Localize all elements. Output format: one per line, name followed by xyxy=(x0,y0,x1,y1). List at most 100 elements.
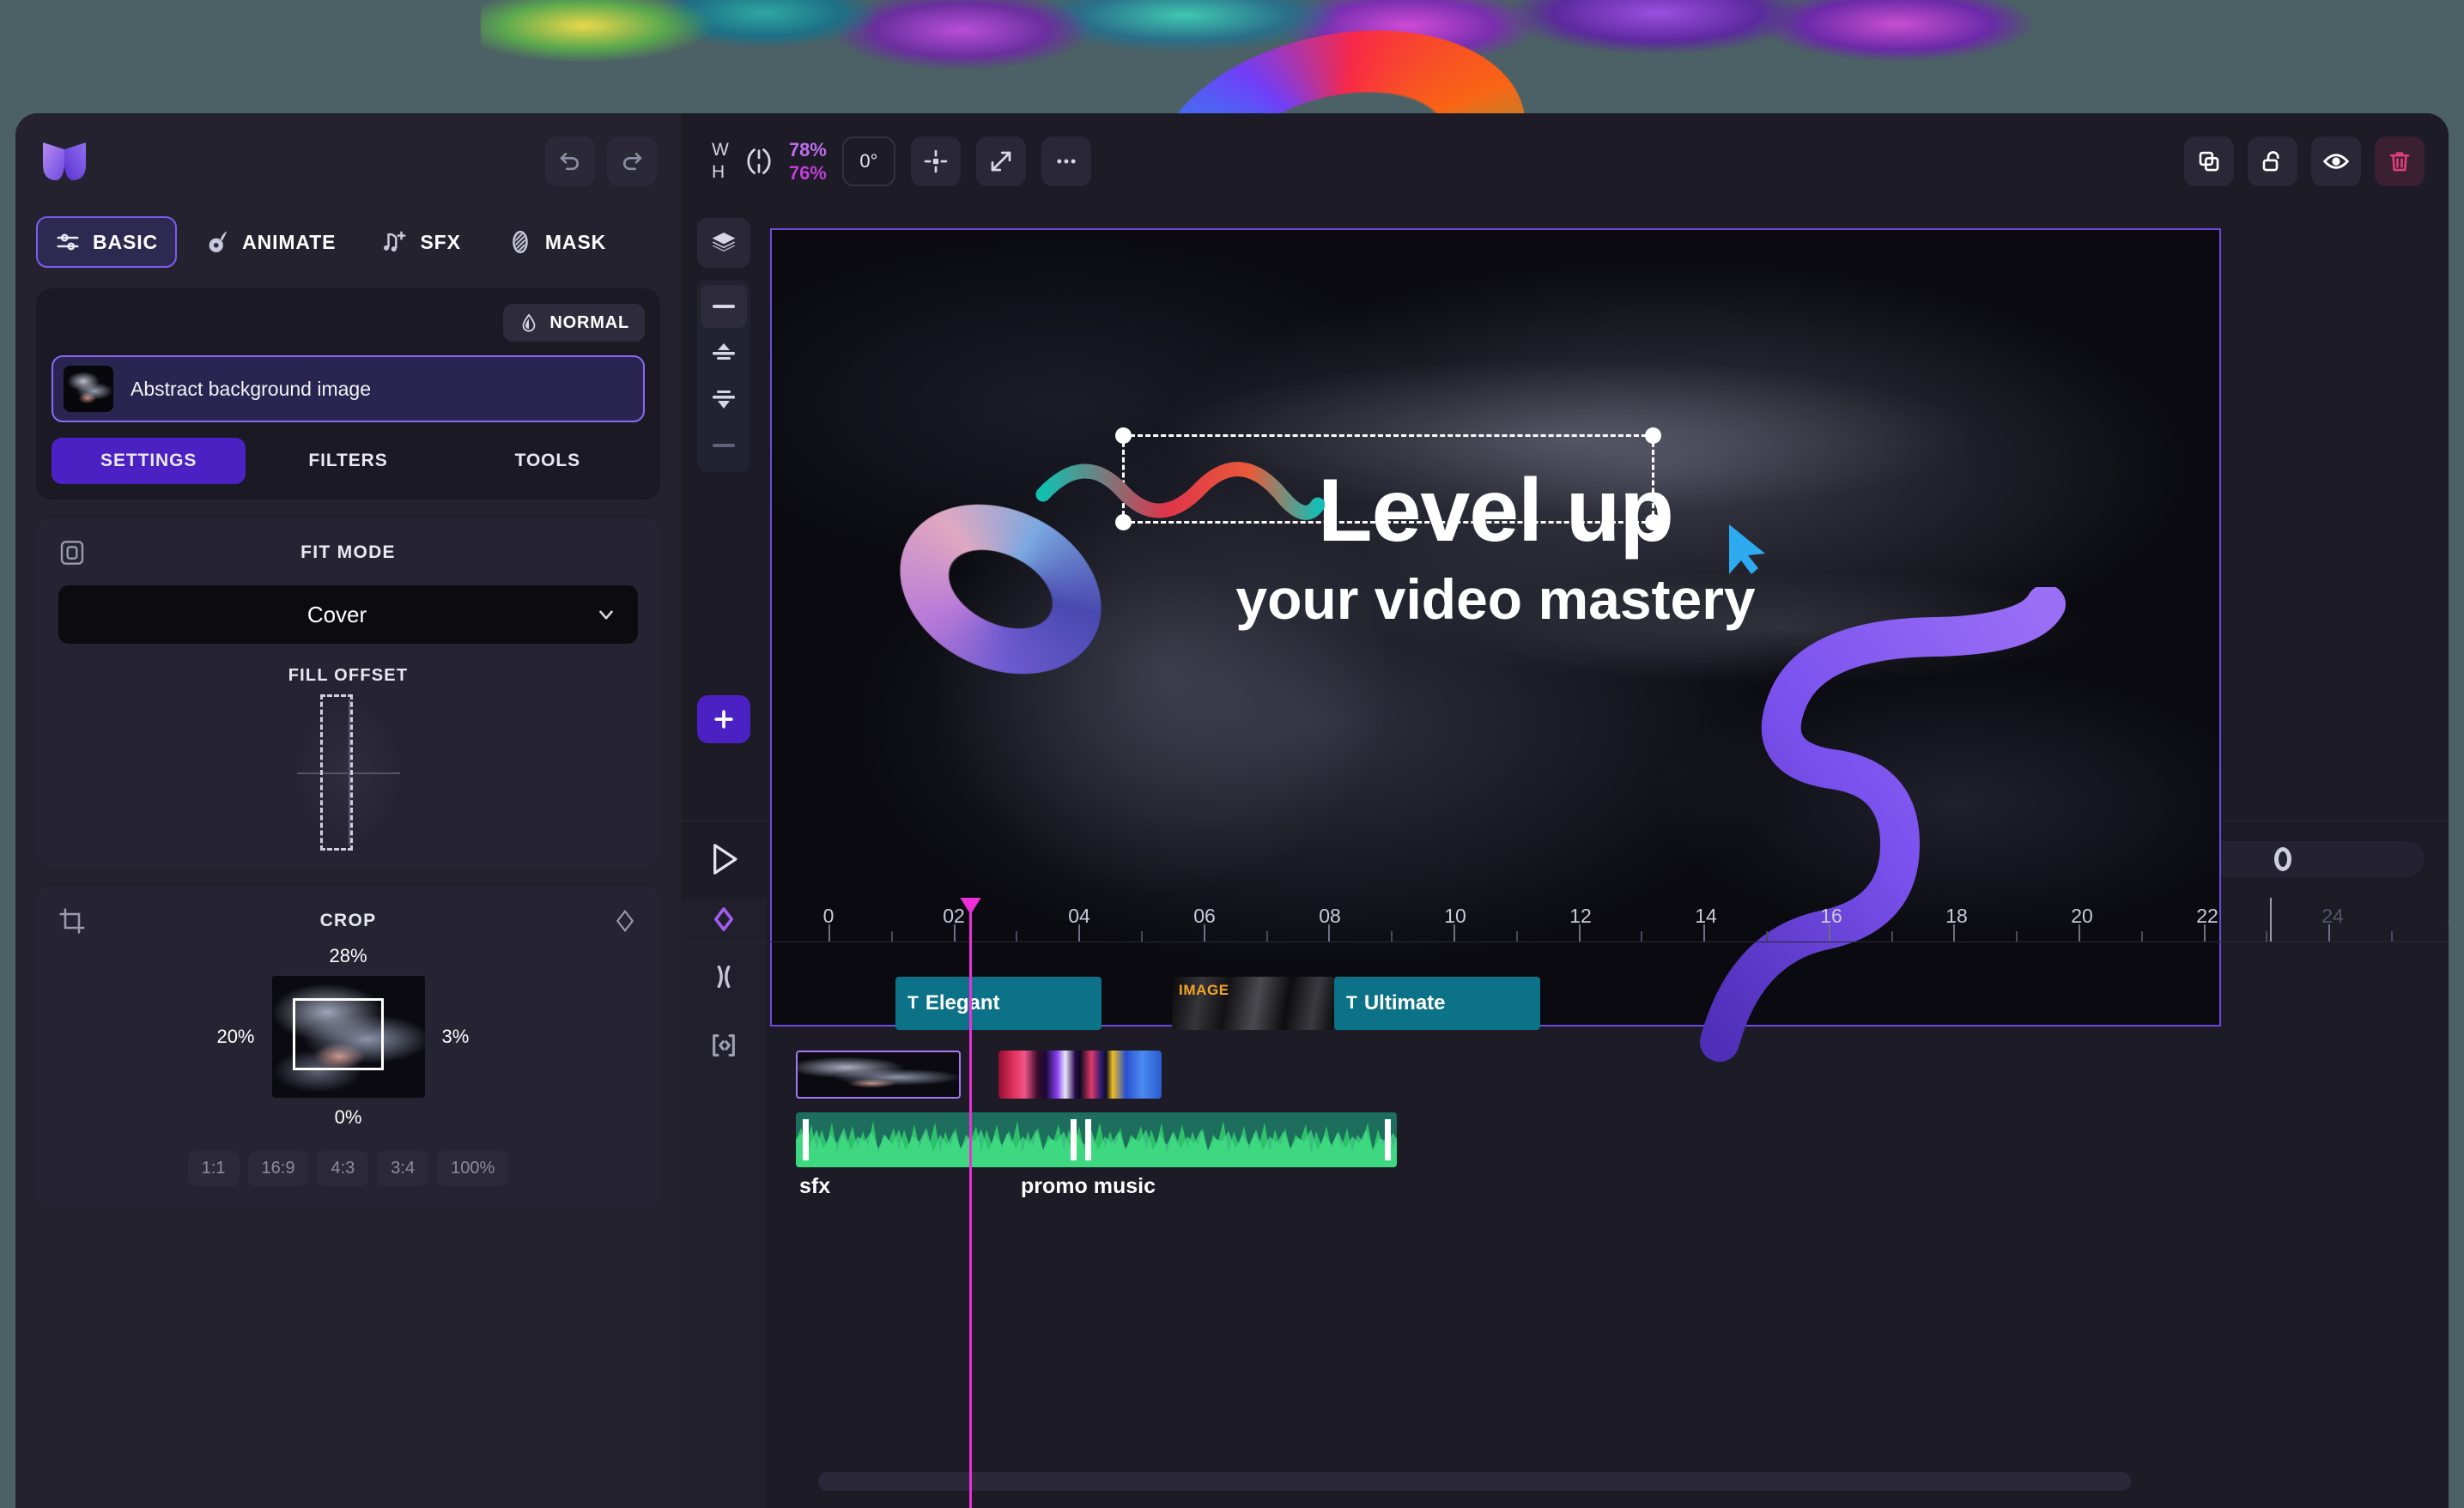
timeline-left-rail xyxy=(681,897,767,1508)
layer-thumbnail xyxy=(64,366,113,412)
selection-handle-bottom-left[interactable] xyxy=(1115,514,1132,530)
ruler-tick-mark xyxy=(1890,930,1893,942)
layers-button[interactable] xyxy=(697,218,750,268)
fit-mode-select[interactable]: Cover xyxy=(58,585,638,644)
more-horizontal-icon xyxy=(1057,159,1076,164)
blend-mode-row: NORMAL xyxy=(52,304,645,342)
timeline-ruler[interactable]: 0 02 04 06 08 10 12 14 16 18 20 22 24 26 xyxy=(767,897,2449,942)
ratio-4-3[interactable]: 4:3 xyxy=(317,1151,369,1186)
ruler-tick-mark xyxy=(1454,924,1455,942)
undo-button[interactable] xyxy=(545,136,595,186)
zoom-values[interactable]: 78% 76% xyxy=(789,138,827,185)
music-note-plus-icon xyxy=(384,231,406,252)
tab-sfx[interactable]: SFX xyxy=(363,216,479,268)
clip-video-selected[interactable] xyxy=(796,1050,961,1099)
diamond-icon[interactable] xyxy=(612,908,638,934)
tab-animate-label: ANIMATE xyxy=(242,230,337,253)
rotation-input[interactable]: 0° xyxy=(841,136,895,186)
history-controls xyxy=(545,136,657,186)
redo-button[interactable] xyxy=(607,136,657,186)
align-none-button[interactable] xyxy=(701,285,747,328)
crop-left-value: 20% xyxy=(216,1026,255,1047)
clip-image[interactable]: IMAGE xyxy=(1172,976,1334,1030)
keyframe-toggle[interactable] xyxy=(681,898,767,942)
app-window: BASIC ANIMATE SFX MASK NORMAL Abstract b… xyxy=(15,113,2449,1508)
anchor-point-icon xyxy=(924,149,948,173)
clip-text-elegant[interactable]: T Elegant xyxy=(895,976,1102,1030)
lock-toggle-button[interactable] xyxy=(2248,136,2297,186)
app-logo xyxy=(43,142,86,180)
clip-text-ultimate[interactable]: T Ultimate xyxy=(1334,976,1540,1030)
anchor-point-button[interactable] xyxy=(910,136,961,186)
ratio-3-4[interactable]: 3:4 xyxy=(377,1151,429,1186)
canvas-toolbar: W H 78% 76% 0° xyxy=(681,113,2449,209)
align-center-button[interactable] xyxy=(701,424,747,467)
fit-mode-panel: FIT MODE Cover FILL OFFSET xyxy=(36,518,660,868)
ruler-tick-18: 18 xyxy=(1945,904,1968,927)
unlock-icon xyxy=(2262,151,2279,172)
tab-filters[interactable]: FILTERS xyxy=(251,438,445,484)
zoom-slider-knob[interactable] xyxy=(2274,847,2291,871)
tab-animate[interactable]: ANIMATE xyxy=(185,216,355,268)
tab-basic[interactable]: BASIC xyxy=(36,216,178,268)
playhead[interactable] xyxy=(960,897,981,1508)
audio-marker-split-a xyxy=(1071,1118,1077,1160)
trash-icon xyxy=(2389,152,2410,172)
ruler-tick-mark xyxy=(1078,924,1081,942)
fit-mode-value: Cover xyxy=(306,601,367,627)
align-bottom-button[interactable] xyxy=(701,378,747,421)
audio-marker-split-b xyxy=(1085,1118,1091,1160)
add-element-button[interactable] xyxy=(697,694,750,743)
align-top-button[interactable] xyxy=(701,331,747,374)
delete-button[interactable] xyxy=(2375,136,2425,186)
ruler-tick-mark xyxy=(828,924,830,942)
canvas-subhead-text[interactable]: your video mastery xyxy=(772,566,2219,632)
resize-button[interactable] xyxy=(975,136,1026,186)
crop-middle-row: 20% 3% xyxy=(58,976,638,1098)
duplicate-button[interactable] xyxy=(2184,136,2234,186)
tab-tools[interactable]: TOOLS xyxy=(451,438,645,484)
clip-video-second[interactable] xyxy=(998,1050,1162,1099)
minus-bar-dim-icon xyxy=(713,444,735,447)
play-button[interactable] xyxy=(698,833,751,886)
ruler-tick-16: 16 xyxy=(1820,904,1842,927)
link-dimensions-icon[interactable] xyxy=(744,145,774,178)
aspect-ratio-presets: 1:1 16:9 4:3 3:4 100% xyxy=(58,1151,638,1186)
code-brackets-icon xyxy=(713,1033,735,1057)
crop-rectangle[interactable] xyxy=(292,998,384,1070)
ruler-tick-mark xyxy=(1766,930,1768,942)
tab-settings[interactable]: SETTINGS xyxy=(52,438,246,484)
ruler-tick-mark xyxy=(2203,924,2206,942)
clip-image-badge: IMAGE xyxy=(1179,981,1229,998)
text-selection-box[interactable] xyxy=(1115,427,1661,530)
timeline-horizontal-scrollbar[interactable] xyxy=(818,1472,2131,1491)
fill-offset-label: FILL OFFSET xyxy=(288,666,409,685)
dimension-labels: W H xyxy=(712,139,729,185)
selection-handle-top-left[interactable] xyxy=(1115,427,1132,444)
crop-preview[interactable] xyxy=(271,976,425,1098)
trim-tool-button[interactable] xyxy=(681,942,767,1011)
ruler-tick-14: 14 xyxy=(1695,904,1717,927)
selection-handle-top-right[interactable] xyxy=(1645,427,1661,444)
visibility-toggle-button[interactable] xyxy=(2311,136,2361,186)
chevron-down-icon xyxy=(599,610,613,620)
ratio-16-9[interactable]: 16:9 xyxy=(247,1151,309,1186)
ratio-100[interactable]: 100% xyxy=(437,1151,509,1186)
selection-handle-bottom-right[interactable] xyxy=(1645,514,1661,530)
expand-tool-button[interactable] xyxy=(681,1011,767,1080)
left-panel-topbar xyxy=(15,113,681,209)
blend-mode-button[interactable]: NORMAL xyxy=(503,304,645,342)
layer-item[interactable]: Abstract background image xyxy=(52,355,645,422)
audio-marker-start xyxy=(803,1118,809,1160)
clip-audio[interactable] xyxy=(796,1111,1397,1167)
resize-diagonal-icon xyxy=(991,151,1011,172)
fill-offset-control[interactable] xyxy=(296,694,400,851)
more-options-button[interactable] xyxy=(1041,136,1091,186)
text-type-icon-2: T xyxy=(1346,992,1357,1013)
ratio-1-1[interactable]: 1:1 xyxy=(187,1151,240,1186)
ruler-tick-22: 22 xyxy=(2196,904,2218,927)
ruler-tick-mark xyxy=(1328,924,1331,942)
fit-mode-header: FIT MODE xyxy=(58,537,638,568)
play-icon xyxy=(713,844,737,875)
tab-mask[interactable]: MASK xyxy=(489,216,625,268)
